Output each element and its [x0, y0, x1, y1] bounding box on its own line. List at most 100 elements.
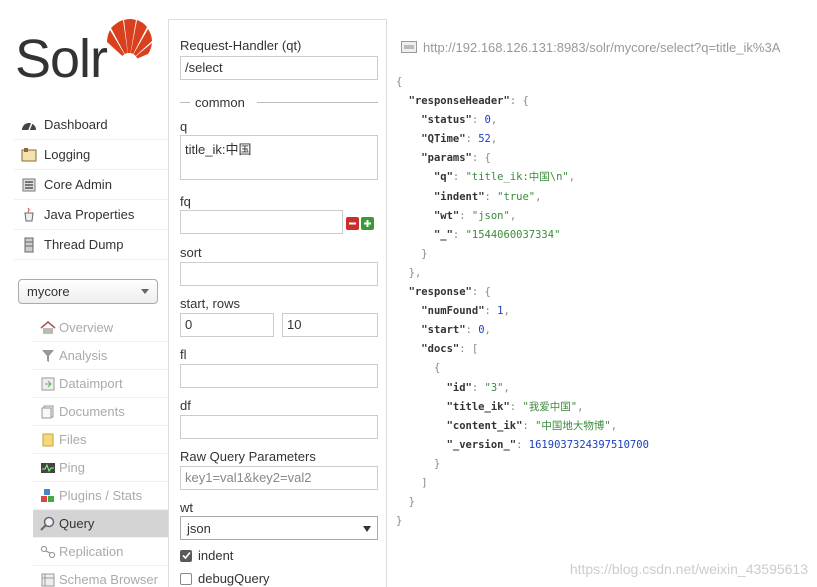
- json-doc-version: 1619037324397510700: [528, 438, 649, 451]
- request-handler-input[interactable]: /select: [180, 56, 378, 80]
- core-menu-label: Plugins / Stats: [59, 488, 143, 503]
- fl-input[interactable]: [180, 364, 378, 388]
- core-menu-analysis[interactable]: Analysis: [33, 342, 168, 370]
- json-response: { "responseHeader": { "status": 0, "QTim…: [396, 76, 649, 528]
- df-input[interactable]: [180, 415, 378, 439]
- core-menu-overview[interactable]: Overview: [33, 314, 168, 342]
- dashboard-icon: [20, 117, 38, 133]
- result-panel: http://192.168.126.131:8983/solr/mycore/…: [387, 33, 817, 587]
- debug-query-checkbox[interactable]: [180, 572, 192, 585]
- fl-label: fl: [180, 347, 187, 362]
- solr-logo[interactable]: Solr: [15, 18, 152, 90]
- filter-icon: [39, 348, 57, 364]
- q-label: q: [180, 119, 188, 134]
- indent-checkbox-row[interactable]: indent: [180, 548, 233, 563]
- wt-select-value: json: [187, 520, 211, 536]
- nav-core-admin[interactable]: Core Admin: [14, 170, 168, 200]
- nav-label: Dashboard: [44, 117, 108, 132]
- files-icon: [39, 432, 57, 448]
- core-menu-label: Dataimport: [59, 376, 123, 391]
- sort-label: sort: [180, 245, 202, 260]
- query-icon: [39, 516, 57, 532]
- core-menu-label: Documents: [59, 404, 125, 419]
- core-menu-label: Analysis: [59, 348, 108, 363]
- raw-query-input[interactable]: key1=val1&key2=val2: [180, 466, 378, 490]
- plugins-icon: [39, 488, 57, 504]
- debug-query-label: debugQuery: [198, 571, 270, 586]
- nav-label: Core Admin: [44, 177, 112, 192]
- chevron-down-icon: [141, 289, 149, 294]
- core-menu-label: Query: [59, 516, 95, 531]
- nav-label: Thread Dump: [44, 237, 124, 252]
- checkmark-icon: [181, 551, 191, 560]
- json-param-underscore: "1544060037334": [465, 228, 561, 241]
- remove-fq-button[interactable]: [346, 217, 359, 230]
- schema-icon: [39, 572, 57, 587]
- indent-checkbox[interactable]: [180, 549, 192, 562]
- core-menu-plugins-stats[interactable]: Plugins / Stats: [33, 482, 168, 510]
- core-selector[interactable]: mycore: [18, 279, 158, 304]
- link-icon: [401, 41, 417, 53]
- sidebar: Solr Dashboard Logging Core Admin Java P…: [0, 0, 168, 587]
- indent-label: indent: [198, 548, 234, 563]
- core-menu-label: Replication: [59, 544, 124, 559]
- main-nav: Dashboard Logging Core Admin Java Proper…: [14, 110, 168, 260]
- core-selector-value: mycore: [27, 284, 70, 299]
- core-admin-icon: [20, 177, 38, 193]
- core-menu-ping[interactable]: Ping: [33, 454, 168, 482]
- request-url-link[interactable]: http://192.168.126.131:8983/solr/mycore/…: [401, 38, 817, 56]
- core-menu: Overview Analysis Dataimport Documents F…: [33, 314, 168, 587]
- solr-sun-icon: [107, 19, 152, 66]
- nav-thread-dump[interactable]: Thread Dump: [14, 230, 168, 260]
- dataimport-icon: [39, 376, 57, 392]
- thread-dump-icon: [20, 237, 38, 253]
- fq-label: fq: [180, 194, 191, 209]
- json-qtime: 52: [478, 133, 491, 146]
- wt-label: wt: [180, 500, 193, 515]
- nav-logging[interactable]: Logging: [14, 140, 168, 170]
- replication-icon: [39, 544, 57, 560]
- core-menu-documents[interactable]: Documents: [33, 398, 168, 426]
- q-textarea[interactable]: title_ik:中国: [180, 135, 378, 180]
- core-menu-label: Files: [59, 432, 87, 447]
- json-param-q: "title_ik:中国\n": [465, 171, 569, 184]
- json-param-indent: "true": [497, 190, 536, 203]
- request-handler-label: Request-Handler (qt): [180, 38, 302, 53]
- rows-input[interactable]: 10: [282, 313, 378, 337]
- wt-select[interactable]: json: [180, 516, 378, 540]
- core-menu-dataimport[interactable]: Dataimport: [33, 370, 168, 398]
- core-menu-label: Overview: [59, 320, 114, 335]
- plus-icon: [364, 220, 371, 227]
- core-menu-replication[interactable]: Replication: [33, 538, 168, 566]
- nav-java-properties[interactable]: Java Properties: [14, 200, 168, 230]
- json-doc-id: "3": [484, 381, 504, 394]
- core-menu-label: Schema Browser: [59, 572, 158, 587]
- start-rows-label: start, rows: [180, 296, 240, 311]
- json-doc-content: "中国地大物博": [535, 419, 611, 432]
- common-section-label: common: [195, 95, 245, 110]
- core-menu-label: Ping: [59, 460, 86, 475]
- df-label: df: [180, 398, 191, 413]
- query-form: Request-Handler (qt) /select common q ti…: [168, 19, 387, 587]
- core-menu-query[interactable]: Query: [33, 510, 168, 538]
- raw-query-label: Raw Query Parameters: [180, 449, 316, 464]
- minus-icon: [349, 222, 356, 225]
- logging-icon: [20, 147, 38, 163]
- documents-icon: [39, 404, 57, 420]
- nav-label: Java Properties: [44, 207, 135, 222]
- nav-label: Logging: [44, 147, 91, 162]
- request-url-text: http://192.168.126.131:8983/solr/mycore/…: [423, 39, 781, 55]
- add-fq-button[interactable]: [361, 217, 374, 230]
- json-param-wt: "json": [471, 209, 510, 222]
- debug-query-checkbox-row[interactable]: debugQuery: [180, 571, 270, 586]
- core-menu-schema-browser[interactable]: Schema Browser: [33, 566, 168, 587]
- fq-input[interactable]: [180, 210, 343, 234]
- java-properties-icon: [20, 207, 38, 223]
- watermark: https://blog.csdn.net/weixin_43595613: [569, 561, 808, 577]
- core-menu-files[interactable]: Files: [33, 426, 168, 454]
- ping-icon: [39, 460, 57, 476]
- sort-input[interactable]: [180, 262, 378, 286]
- start-input[interactable]: 0: [180, 313, 274, 337]
- home-icon: [39, 320, 57, 336]
- nav-dashboard[interactable]: Dashboard: [14, 110, 168, 140]
